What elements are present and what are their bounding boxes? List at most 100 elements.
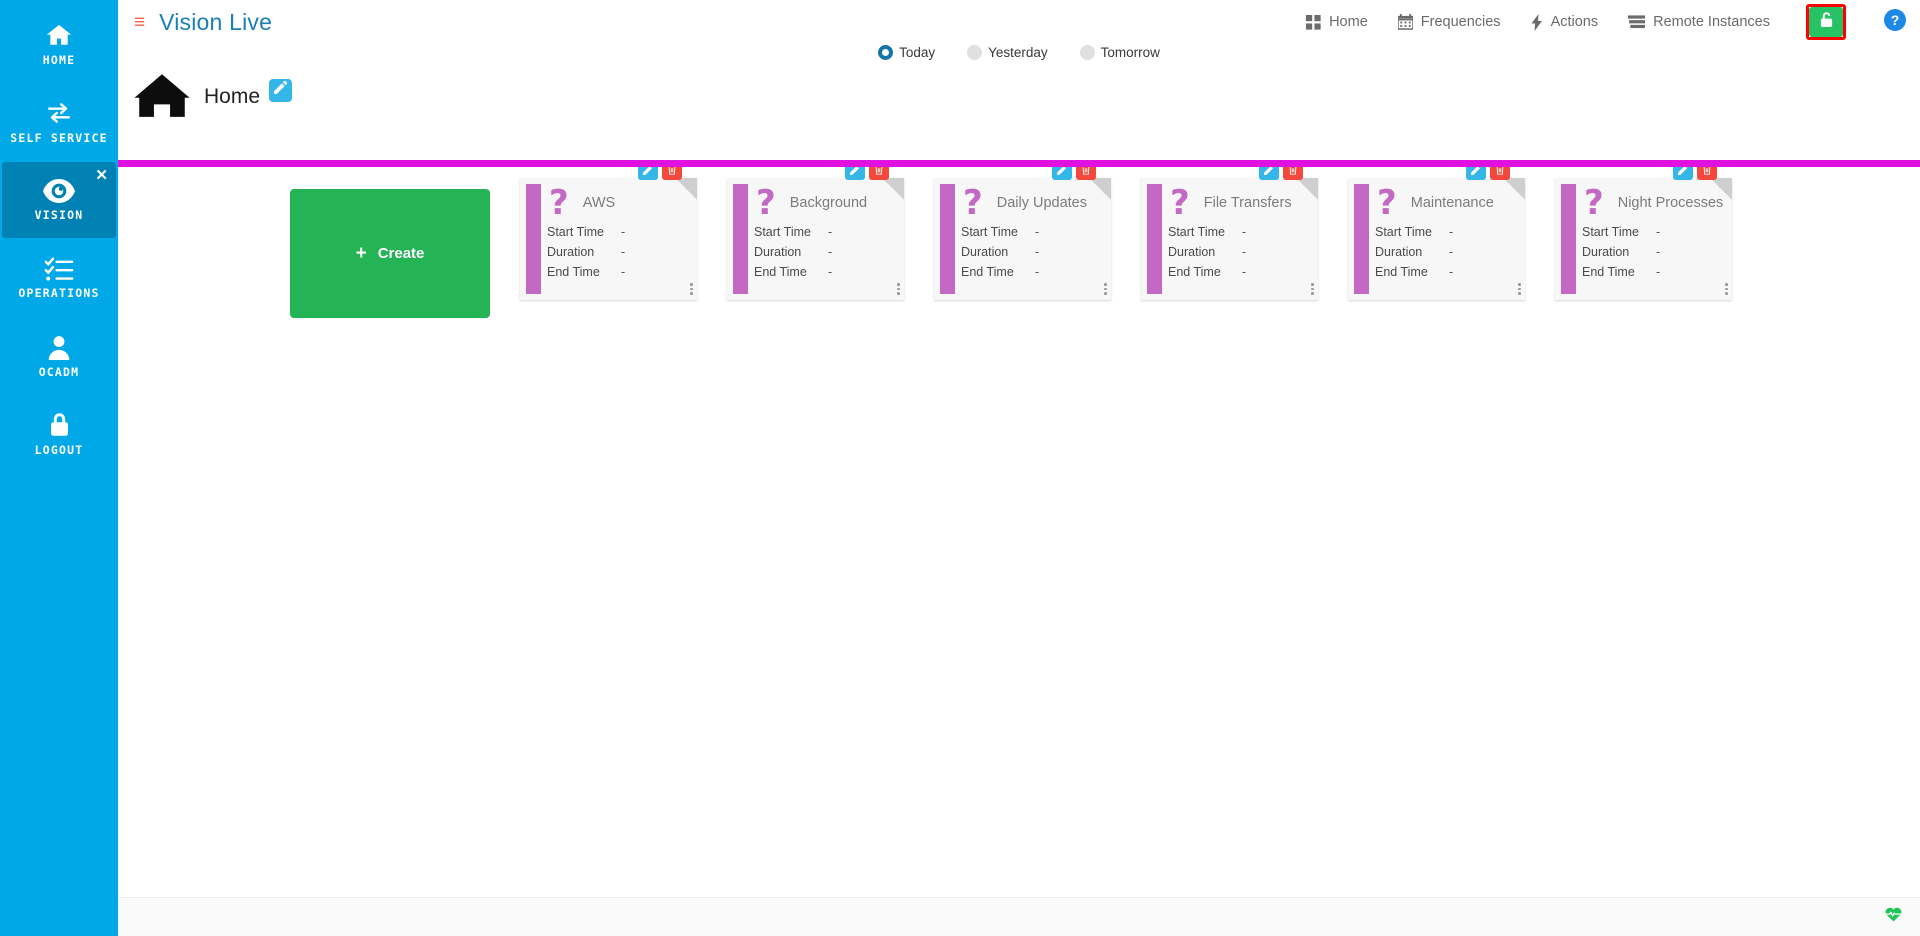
grid-icon <box>1306 14 1321 30</box>
kebab-menu-icon[interactable] <box>1104 283 1107 295</box>
kebab-menu-icon[interactable] <box>897 283 900 295</box>
card-board: + Create ? AWS Start Time - Duration - E… <box>118 162 1920 897</box>
question-mark-icon: ? <box>963 183 983 223</box>
row-value: - <box>828 245 833 259</box>
card-fold-corner <box>1089 178 1111 200</box>
card-fold-corner <box>1296 178 1318 200</box>
kebab-menu-icon[interactable] <box>1725 283 1728 295</box>
card-fold-corner <box>882 178 904 200</box>
row-value: - <box>1242 265 1247 279</box>
row-value: - <box>621 265 626 279</box>
row-value: - <box>1656 265 1661 279</box>
card-header: ? Night Processes <box>1582 184 1724 222</box>
card-row-duration: Duration - <box>1375 242 1517 262</box>
sidebar-item-label: VISION <box>34 207 84 222</box>
card-row-duration: Duration - <box>1582 242 1724 262</box>
row-label: End Time <box>1375 265 1428 279</box>
job-card[interactable]: ? Daily Updates Start Time - Duration - … <box>934 162 1111 300</box>
card-row-end-time: End Time - <box>754 262 896 282</box>
help-button[interactable]: ? <box>1884 8 1906 36</box>
card-row-duration: Duration - <box>754 242 896 262</box>
row-label: Duration <box>754 245 802 259</box>
card-row-duration: Duration - <box>961 242 1103 262</box>
card-header: ? File Transfers <box>1168 184 1310 222</box>
job-card[interactable]: ? File Transfers Start Time - Duration -… <box>1141 162 1318 300</box>
topnav-label: Actions <box>1550 14 1599 30</box>
main-sidebar: HOME SELF SERVICE ✕ VISION OPERATIONS OC… <box>0 0 118 936</box>
radio-dot[interactable] <box>967 44 983 60</box>
card-row-duration: Duration - <box>1168 242 1310 262</box>
row-value: - <box>1035 245 1040 259</box>
topnav-item-remote-instances[interactable]: Remote Instances <box>1628 14 1770 30</box>
card-slot: ? File Transfers Start Time - Duration -… <box>1111 162 1318 300</box>
edit-title-button[interactable] <box>269 78 293 102</box>
card-accent-bar <box>1561 184 1576 294</box>
card-header: ? Daily Updates <box>961 184 1103 222</box>
top-navigation: Home Frequencies Actions Remote Instance… <box>1306 4 1920 40</box>
question-mark-icon: ? <box>1377 183 1397 223</box>
card-fold-corner <box>675 178 697 200</box>
day-filter-tomorrow[interactable]: Tomorrow <box>1079 44 1160 60</box>
kebab-menu-icon[interactable] <box>690 283 693 295</box>
plus-icon: + <box>355 243 367 264</box>
kebab-menu-icon[interactable] <box>1311 283 1314 295</box>
card-accent-bar <box>526 184 541 294</box>
day-filter-label: Tomorrow <box>1100 44 1160 60</box>
row-value: - <box>1035 225 1040 239</box>
card-row-start-time: Start Time - <box>547 222 689 242</box>
row-value: - <box>828 225 833 239</box>
card-slot: ? AWS Start Time - Duration - End Time - <box>490 162 697 300</box>
create-button[interactable]: + Create <box>290 189 490 318</box>
row-label: Duration <box>961 245 1009 259</box>
row-label: Start Time <box>1168 225 1225 239</box>
card-row-start-time: Start Time - <box>1375 222 1517 242</box>
card-title: Maintenance <box>1410 195 1494 211</box>
job-card[interactable]: ? AWS Start Time - Duration - End Time - <box>520 162 697 300</box>
row-label: Start Time <box>547 225 604 239</box>
tasklist-icon <box>44 257 74 281</box>
radio-dot-selected[interactable] <box>878 44 894 60</box>
topnav-item-actions[interactable]: Actions <box>1531 13 1599 31</box>
heartbeat-icon[interactable] <box>1885 907 1902 927</box>
topnav-item-home[interactable]: Home <box>1306 14 1368 30</box>
unlock-button[interactable] <box>1809 7 1843 37</box>
sidebar-item-operations[interactable]: OPERATIONS <box>0 240 118 316</box>
day-filter-today[interactable]: Today <box>878 44 936 60</box>
close-icon[interactable]: ✕ <box>95 168 108 183</box>
exchange-icon <box>44 100 74 126</box>
sidebar-item-vision[interactable]: ✕ VISION <box>2 162 116 238</box>
card-body: ? File Transfers Start Time - Duration -… <box>1162 178 1318 300</box>
lock-button-highlight <box>1806 4 1846 40</box>
card-title: Background <box>789 195 868 211</box>
kebab-menu-icon[interactable] <box>1518 283 1521 295</box>
row-value: - <box>1449 265 1454 279</box>
hamburger-menu-icon[interactable]: ≡ <box>134 13 145 32</box>
sidebar-item-logout[interactable]: LOGOUT <box>0 396 118 472</box>
card-slot: ? Night Processes Start Time - Duration … <box>1525 162 1732 300</box>
sidebar-item-home[interactable]: HOME <box>0 6 118 82</box>
card-header: ? AWS <box>547 184 689 222</box>
sidebar-item-ocadm[interactable]: OCADM <box>0 318 118 394</box>
job-card[interactable]: ? Maintenance Start Time - Duration - En… <box>1348 162 1525 300</box>
question-mark-icon: ? <box>1584 183 1604 223</box>
job-card[interactable]: ? Background Start Time - Duration - End… <box>727 162 904 300</box>
card-slot: ? Daily Updates Start Time - Duration - … <box>904 162 1111 300</box>
radio-dot[interactable] <box>1079 44 1095 60</box>
card-row-start-time: Start Time - <box>1168 222 1310 242</box>
card-title: AWS <box>582 195 616 211</box>
card-row-end-time: End Time - <box>1168 262 1310 282</box>
question-mark-icon: ? <box>549 183 569 223</box>
sidebar-item-self-service[interactable]: SELF SERVICE <box>0 84 118 160</box>
row-label: End Time <box>1582 265 1635 279</box>
row-label: Start Time <box>1375 225 1432 239</box>
job-card[interactable]: ? Night Processes Start Time - Duration … <box>1555 162 1732 300</box>
breadcrumb: Home <box>118 66 1920 128</box>
topnav-item-frequencies[interactable]: Frequencies <box>1397 14 1501 30</box>
footer-bar <box>118 897 1920 936</box>
row-value: - <box>1242 245 1247 259</box>
day-filter-label: Today <box>899 44 936 60</box>
card-row-start-time: Start Time - <box>961 222 1103 242</box>
day-filter-yesterday[interactable]: Yesterday <box>967 44 1048 60</box>
row-label: Start Time <box>754 225 811 239</box>
sidebar-item-label: OPERATIONS <box>18 285 100 300</box>
